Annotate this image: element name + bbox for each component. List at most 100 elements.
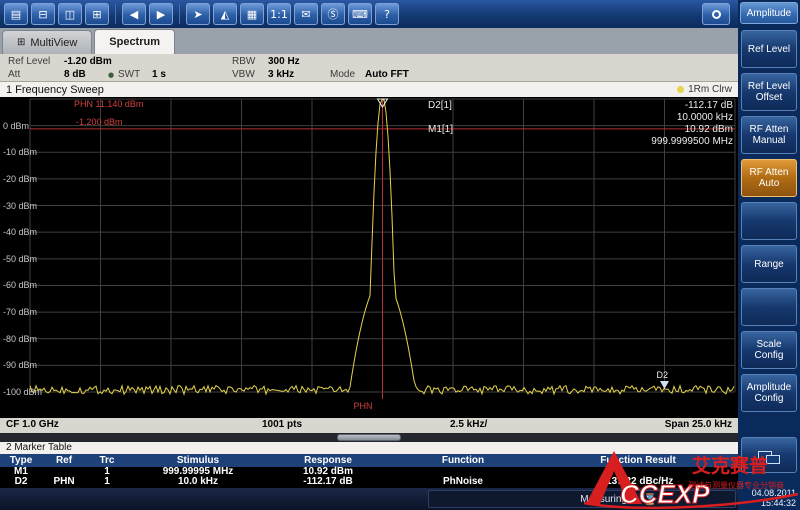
softkey-amplitude-config[interactable]: Amplitude Config: [741, 374, 797, 412]
save-icon[interactable]: ◫: [58, 3, 82, 25]
rbw-label[interactable]: RBW: [232, 56, 255, 67]
softkey-range[interactable]: Range: [741, 245, 797, 283]
window-layout-icon: [766, 455, 780, 464]
marker-table-header-cell: Trc: [86, 455, 128, 466]
multiview-grid-icon: ⊞: [17, 37, 25, 48]
ref-level-value[interactable]: -1.20 dBm: [64, 56, 112, 67]
time-label: 15:44:32: [752, 498, 796, 508]
vbw-value[interactable]: 3 kHz: [268, 69, 294, 80]
spectrum-analyzer-screen: ▤⊟◫⊞◀▶➤◭▦1:1✉Ⓢ⌨? ⊞ MultiView Spectrum Re…: [0, 0, 800, 510]
softkey-rf-atten-auto[interactable]: RF Atten Auto: [741, 159, 797, 197]
span-label[interactable]: Span 25.0 kHz: [665, 419, 732, 430]
phn-marker-label: PHN: [354, 401, 373, 411]
graph-title: 1 Frequency Sweep: [6, 84, 104, 96]
y-axis-label: -40 dBm: [3, 227, 37, 237]
mode-label[interactable]: Mode: [330, 69, 355, 80]
ref-level-line-label: -1.200 dBm: [76, 117, 123, 127]
graph-title-bar: 1 Frequency Sweep 1Rm Clrw: [0, 82, 738, 97]
marker-cell-ref: PHN: [42, 477, 86, 487]
vbw-label[interactable]: VBW: [232, 69, 255, 80]
marker-table-title: 2 Marker Table: [6, 442, 72, 453]
tab-label: MultiView: [30, 37, 77, 49]
att-value[interactable]: 8 dB: [64, 69, 86, 80]
mode-value[interactable]: Auto FFT: [365, 69, 409, 80]
marker-d2-label: D2[1]: [428, 100, 452, 112]
y-axis-label: -60 dBm: [3, 280, 37, 290]
envelope-icon[interactable]: ✉: [294, 3, 318, 25]
marker-table: TypeRefTrcStimulusResponseFunctionFuncti…: [0, 454, 738, 488]
tab-multiview[interactable]: ⊞ MultiView: [2, 30, 92, 54]
status-bar: Measuring... ⌛: [0, 488, 738, 510]
display-config-button[interactable]: [741, 437, 797, 473]
att-label[interactable]: Att: [8, 69, 20, 80]
marker-cell-type: D2: [0, 477, 42, 487]
toolbar-icons: ▤⊟◫⊞ ◀▶ ➤◭▦1:1✉Ⓢ⌨?: [4, 3, 399, 25]
marker-info-panel: D2[1] -112.17 dB 10.0000 kHz M1[1] 10.92…: [428, 100, 733, 148]
rbw-value[interactable]: 300 Hz: [268, 56, 300, 67]
softkey-menu-header: Amplitude: [740, 2, 798, 24]
marker-table-header-cell: Ref: [42, 455, 86, 466]
marker-table-row[interactable]: D2PHN110.0 kHz-112.17 dBPhNoise-137.22 d…: [0, 477, 738, 487]
marker-table-header-cell: Function: [388, 455, 538, 466]
d2-marker-label: D2: [657, 370, 669, 380]
sweep-points-label[interactable]: 1001 pts: [262, 419, 302, 430]
screenshot-icon[interactable]: ⊞: [85, 3, 109, 25]
marker-cell-result: -137.22 dBc/Hz: [538, 477, 738, 487]
y-axis-label: -50 dBm: [3, 254, 37, 264]
y-axis-label: -70 dBm: [3, 307, 37, 317]
trace-icon[interactable]: ▦: [240, 3, 264, 25]
toolbar: ▤⊟◫⊞ ◀▶ ➤◭▦1:1✉Ⓢ⌨?: [0, 0, 738, 28]
axis-bar: CF 1.0 GHz 1001 pts 2.5 kHz/ Span 25.0 k…: [0, 418, 738, 433]
trace-color-dot: [677, 86, 684, 93]
help-icon[interactable]: ?: [375, 3, 399, 25]
marker-cell-stimulus: 10.0 kHz: [128, 477, 268, 487]
y-axis-label: -80 dBm: [3, 334, 37, 344]
softkey-ref-level-offset[interactable]: Ref Level Offset: [741, 73, 797, 111]
softkey-rf-atten-manual[interactable]: RF Atten Manual: [741, 116, 797, 154]
y-axis-label: -10 dBm: [3, 147, 37, 157]
date-label: 04.08.2011: [752, 488, 796, 498]
marker-table-header-cell: Function Result: [538, 455, 738, 466]
peak-search-icon[interactable]: ◭: [213, 3, 237, 25]
tab-bar: ⊞ MultiView Spectrum: [0, 28, 738, 54]
per-division-label[interactable]: 2.5 kHz/: [450, 419, 487, 430]
d2-marker-icon[interactable]: [660, 381, 669, 389]
marker-cell-function: PhNoise: [388, 477, 538, 487]
ref-level-label[interactable]: Ref Level: [8, 56, 50, 67]
printer-icon[interactable]: ⊟: [31, 3, 55, 25]
single-sweep-icon[interactable]: Ⓢ: [321, 3, 345, 25]
zoom-one-to-one-icon[interactable]: 1:1: [267, 3, 291, 25]
marker-m1-freq: 999.9999500 MHz: [651, 136, 733, 148]
splitter-drag-handle[interactable]: [337, 434, 401, 441]
camera-button[interactable]: [702, 3, 730, 25]
keyboard-icon[interactable]: ⌨: [348, 3, 372, 25]
center-frequency-label[interactable]: CF 1.0 GHz: [6, 419, 59, 430]
marker-table-header-cell: Stimulus: [128, 455, 268, 466]
toolbar-separator: [115, 4, 116, 24]
back-icon[interactable]: ◀: [122, 3, 146, 25]
softkey-ref-level[interactable]: Ref Level: [741, 30, 797, 68]
marker-icon[interactable]: ➤: [186, 3, 210, 25]
settings-bar: Ref Level -1.20 dBm RBW 300 Hz Att 8 dB …: [0, 54, 738, 82]
softkey-blank-2[interactable]: [741, 288, 797, 326]
swt-label[interactable]: SWT: [118, 69, 140, 80]
y-axis-label: -100 dBm: [3, 387, 42, 397]
toolbar-separator: [179, 4, 180, 24]
trace-legend[interactable]: 1Rm Clrw: [677, 84, 732, 95]
graph-area[interactable]: D2PHN 0 dBm-10 dBm-20 dBm-30 dBm-40 dBm-…: [0, 97, 738, 418]
sweep-indicator-icon: ●: [108, 71, 114, 79]
softkey-blank-1[interactable]: [741, 202, 797, 240]
document-icon[interactable]: ▤: [4, 3, 28, 25]
softkey-scale-config[interactable]: Scale Config: [741, 331, 797, 369]
marker-cell-trc: 1: [86, 477, 128, 487]
status-panel: Measuring... ⌛: [428, 490, 736, 508]
marker-table-header-cell: Response: [268, 455, 388, 466]
swt-value[interactable]: 1 s: [152, 69, 166, 80]
window-splitter: [0, 433, 738, 442]
tab-spectrum[interactable]: Spectrum: [94, 29, 175, 54]
marker-cell-response: -112.17 dB: [268, 477, 388, 487]
forward-icon[interactable]: ▶: [149, 3, 173, 25]
hourglass-icon: ⌛: [643, 493, 657, 506]
trace-legend-label: 1Rm Clrw: [688, 84, 732, 95]
y-axis-label: -30 dBm: [3, 201, 37, 211]
